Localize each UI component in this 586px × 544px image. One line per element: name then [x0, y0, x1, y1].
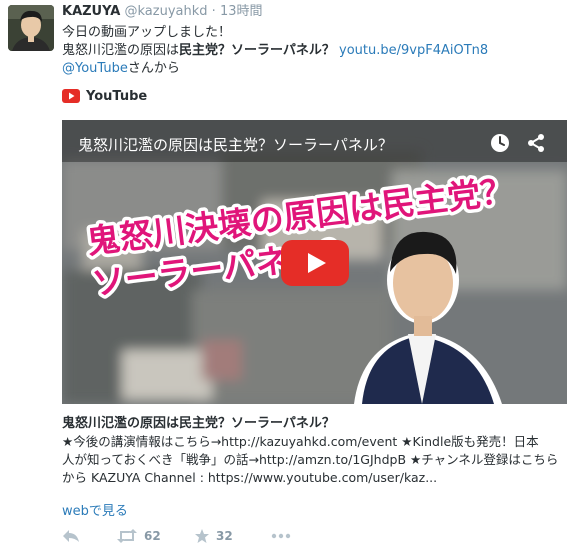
- user-name[interactable]: KAZUYA: [62, 4, 120, 19]
- tweet-line-3: @YouTubeさんから: [62, 60, 577, 78]
- card-desc-line-3: から KAZUYA Channel : https://www.youtube.…: [62, 470, 438, 485]
- card-description: ★今後の講演情報はこちら→http://kazuyahkd.com/event …: [62, 433, 574, 487]
- tweet-line-2: 鬼怒川氾濫の原因は民主党？ソーラーパネル？ youtu.be/9vpF4AiOT…: [62, 42, 577, 60]
- more-dots-icon: [271, 533, 291, 539]
- video-player[interactable]: 鬼怒川決壊の原因は民主党？ 鬼怒川決壊の原因は民主党？ ソーラーパネル？ ソーラ…: [62, 120, 567, 404]
- tweet-line-3-text: さんから: [127, 61, 180, 76]
- card-title[interactable]: 鬼怒川氾濫の原因は民主党？ソーラーパネル？: [62, 412, 335, 431]
- card-desc-line-2: 人が知っておくべき「戦争」の話→http://amzn.to/1GJhdpB ★…: [62, 452, 559, 467]
- tweet-header: KAZUYA @kazuyahkd · 13時間: [62, 4, 262, 20]
- share-icon[interactable]: [526, 133, 546, 153]
- favorite-count: 32: [216, 529, 233, 543]
- star-icon: [195, 529, 209, 543]
- reply-icon: [63, 530, 79, 542]
- tweet-line-2-text: 鬼怒川氾濫の原因は: [62, 43, 180, 58]
- view-on-web-link[interactable]: webで見る: [62, 500, 128, 519]
- youtube-mention-link[interactable]: @YouTube: [62, 61, 128, 76]
- retweet-count: 62: [144, 529, 161, 543]
- more-button[interactable]: [270, 528, 292, 544]
- tweet-line-2-bold: 民主党？ソーラーパネル？: [179, 43, 335, 58]
- user-handle[interactable]: @kazuyahkd: [125, 4, 208, 19]
- play-button[interactable]: [281, 240, 349, 286]
- retweet-icon: [117, 529, 137, 543]
- video-short-link[interactable]: youtu.be/9vpF4AiOTn8: [339, 43, 488, 58]
- clock-icon[interactable]: [490, 133, 510, 153]
- tweet-timestamp[interactable]: 13時間: [220, 4, 263, 19]
- reply-button[interactable]: [62, 528, 80, 544]
- avatar[interactable]: [8, 5, 54, 51]
- youtube-logo-icon: [62, 89, 80, 103]
- tweet-text: 今日の動画アップしました！ 鬼怒川氾濫の原因は民主党？ソーラーパネル？ yout…: [62, 24, 577, 78]
- favorite-button[interactable]: 32: [194, 528, 233, 544]
- card-source-label: YouTube: [86, 88, 148, 104]
- separator-dot: ·: [211, 4, 216, 19]
- video-title-overlay[interactable]: 鬼怒川氾濫の原因は民主党？ソーラーパネル？: [78, 134, 393, 155]
- retweet-button[interactable]: 62: [116, 528, 161, 544]
- card-desc-line-1: ★今後の講演情報はこちら→http://kazuyahkd.com/event …: [62, 434, 539, 449]
- card-source[interactable]: YouTube: [62, 86, 147, 106]
- tweet-line-1: 今日の動画アップしました！: [62, 25, 232, 40]
